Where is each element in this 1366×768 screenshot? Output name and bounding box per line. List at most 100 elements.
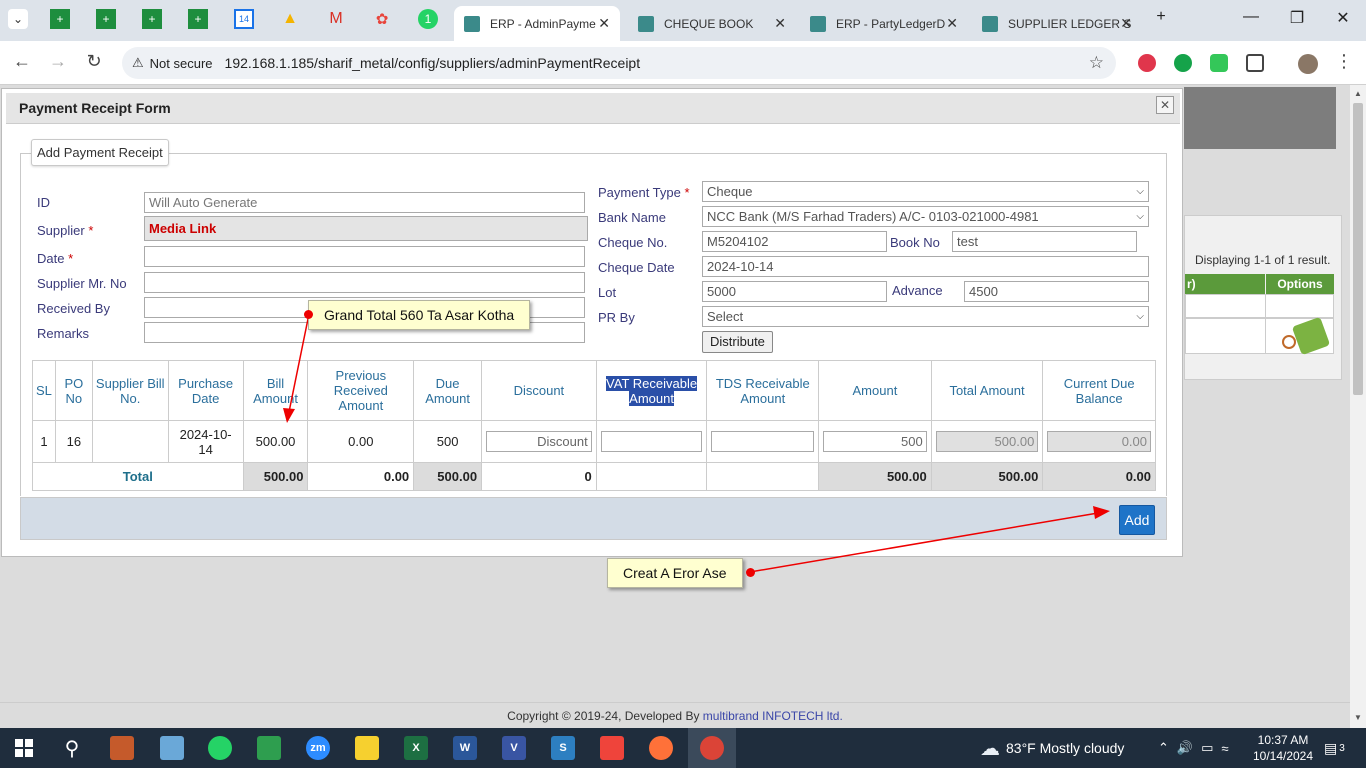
supplier-field[interactable]: Media Link <box>144 216 588 241</box>
form-button-bar <box>20 497 1167 540</box>
taskbar-clock[interactable]: 10:37 AM 10/14/2024 <box>1248 732 1318 764</box>
app-icon-s[interactable]: S <box>551 736 575 760</box>
search-icon[interactable]: ⚲ <box>60 736 84 760</box>
payment-type-select[interactable]: Cheque ⌵ <box>702 181 1149 202</box>
app-icon-3[interactable] <box>257 736 281 760</box>
tds-input[interactable] <box>711 431 815 452</box>
volume-icon[interactable]: 🔊 <box>1177 740 1193 756</box>
anydesk-icon[interactable] <box>600 736 624 760</box>
header-bill-amount: Bill Amount <box>242 360 309 421</box>
distribute-button[interactable]: Distribute <box>702 331 773 353</box>
drive-icon[interactable]: ▲ <box>280 9 300 29</box>
header-supplier-bill: Supplier Bill No. <box>91 360 169 421</box>
tray-icons[interactable]: ⌃ 🔊 ▭ ≈ <box>1158 728 1229 768</box>
lot-field[interactable]: 5000 <box>702 281 887 302</box>
modal-title: Payment Receipt Form <box>6 93 1180 124</box>
back-arrow-icon[interactable]: ← <box>10 51 34 72</box>
tab-supplier-ledger[interactable]: SUPPLIER LEDGER S ✕ <box>972 6 1142 41</box>
minimize-button[interactable]: — <box>1236 8 1266 26</box>
notification-icon: ▤ <box>1324 739 1338 756</box>
excel-icon[interactable]: X <box>404 736 428 760</box>
extensions-puzzle-icon[interactable] <box>1246 54 1264 72</box>
tab-close-icon[interactable]: ✕ <box>1120 15 1132 32</box>
security-label[interactable]: Not secure <box>150 56 213 71</box>
close-window-button[interactable]: ✕ <box>1328 8 1358 28</box>
bank-name-select[interactable]: NCC Bank (M/S Farhad Traders) A/C- 0103-… <box>702 206 1149 227</box>
weather-widget[interactable]: ☁ 83°F Mostly cloudy <box>980 728 1124 768</box>
restore-button[interactable]: ❐ <box>1282 8 1312 28</box>
id-field[interactable]: Will Auto Generate <box>144 192 585 213</box>
date-field[interactable] <box>144 246 585 267</box>
supplier-mr-field[interactable] <box>144 272 585 293</box>
scroll-up-icon[interactable]: ▲ <box>1354 89 1362 98</box>
cheque-no-field[interactable]: M5204102 <box>702 231 887 252</box>
scrollbar-thumb[interactable] <box>1353 103 1363 395</box>
total-label: Total <box>32 462 244 491</box>
windows-start-icon[interactable] <box>12 736 36 760</box>
chrome-icon[interactable] <box>700 736 724 760</box>
whatsapp-icon[interactable] <box>208 736 232 760</box>
grammarly-icon[interactable] <box>1174 54 1192 72</box>
gmail-icon[interactable]: M <box>326 9 346 29</box>
url-omnibox[interactable]: ⚠ Not secure 192.168.1.185/sharif_metal/… <box>122 47 1116 79</box>
page-scrollbar[interactable]: ▲ ▼ <box>1350 85 1366 728</box>
modal-close-icon[interactable]: ✕ <box>1156 96 1174 114</box>
extension-red-icon[interactable] <box>1138 54 1156 72</box>
word-icon[interactable]: W <box>453 736 477 760</box>
cheque-date-field[interactable]: 2024-10-14 <box>702 256 1149 277</box>
menu-kebab-icon[interactable]: ⋮ <box>1332 51 1356 72</box>
bookmark-star-icon[interactable]: ☆ <box>1089 53 1104 73</box>
chevron-up-icon[interactable]: ⌃ <box>1158 740 1169 756</box>
tab-close-icon[interactable]: ✕ <box>946 15 958 32</box>
tab-search-icon[interactable]: ⌄ <box>8 9 28 29</box>
advance-field[interactable]: 4500 <box>964 281 1149 302</box>
add-button[interactable]: Add <box>1119 505 1155 535</box>
amount-input[interactable]: 500 <box>823 431 927 452</box>
calendar-icon[interactable]: 14 <box>234 9 254 29</box>
cell-sl: 1 <box>32 420 56 463</box>
edit-icon[interactable] <box>1282 335 1296 349</box>
tab-cheque-book[interactable]: CHEQUE BOOK ✕ <box>628 6 796 41</box>
url-text[interactable]: 192.168.1.185/sharif_metal/config/suppli… <box>225 55 641 71</box>
displaying-results-text: Displaying 1-1 of 1 result. <box>1195 253 1331 267</box>
photos-icon[interactable]: ✿ <box>372 9 392 29</box>
pr-by-select[interactable]: Select ⌵ <box>702 306 1149 327</box>
zoom-icon[interactable]: zm <box>306 736 330 760</box>
book-no-label: Book No <box>890 235 940 250</box>
tab-close-icon[interactable]: ✕ <box>598 15 610 32</box>
tab-party-ledger[interactable]: ERP - PartyLedgerD ✕ <box>800 6 968 41</box>
discount-input[interactable]: Discount <box>486 431 592 452</box>
sheets-icon[interactable]: + <box>96 9 116 29</box>
required-mark: * <box>684 185 690 200</box>
profile-avatar[interactable] <box>1298 54 1318 74</box>
bank-name-value: NCC Bank (M/S Farhad Traders) A/C- 0103-… <box>707 209 1039 224</box>
visio-icon[interactable]: V <box>502 736 526 760</box>
sticky-notes-icon[interactable] <box>355 736 379 760</box>
whatsapp-tab-icon[interactable]: 1 <box>418 9 438 29</box>
firefox-icon[interactable] <box>649 736 673 760</box>
annotation-callout-grand-total: Grand Total 560 Ta Asar Kotha <box>308 300 531 330</box>
forward-arrow-icon[interactable]: → <box>46 51 70 72</box>
developer-link[interactable]: multibrand INFOTECH ltd. <box>703 709 843 723</box>
scroll-down-icon[interactable]: ▼ <box>1354 713 1362 722</box>
cell-amount: 500 <box>818 420 932 463</box>
app-icon-2[interactable] <box>160 736 184 760</box>
sheets-icon[interactable]: + <box>50 9 70 29</box>
extension-green-icon[interactable] <box>1210 54 1228 72</box>
vat-input[interactable] <box>600 431 703 452</box>
battery-icon[interactable]: ▭ <box>1201 740 1213 756</box>
sheets-icon[interactable]: + <box>188 9 208 29</box>
tab-close-icon[interactable]: ✕ <box>774 15 786 32</box>
payment-receipt-modal: Payment Receipt Form ✕ Add Payment Recei… <box>1 88 1183 557</box>
table-header-row: SL PO No Supplier Bill No. Purchase Date… <box>32 360 1156 421</box>
app-icon-1[interactable] <box>110 736 134 760</box>
tab-title: SUPPLIER LEDGER S <box>1008 16 1132 31</box>
book-no-field[interactable]: test <box>952 231 1137 252</box>
payment-hand-icon[interactable] <box>1291 316 1331 356</box>
wifi-icon[interactable]: ≈ <box>1221 741 1228 756</box>
notification-center[interactable]: ▤ 3 <box>1324 728 1345 768</box>
new-tab-button[interactable]: + <box>1146 8 1176 26</box>
tab-erp-admin-payment[interactable]: ERP - AdminPayme ✕ <box>454 6 620 41</box>
sheets-icon[interactable]: + <box>142 9 162 29</box>
reload-icon[interactable]: ↻ <box>82 51 106 72</box>
